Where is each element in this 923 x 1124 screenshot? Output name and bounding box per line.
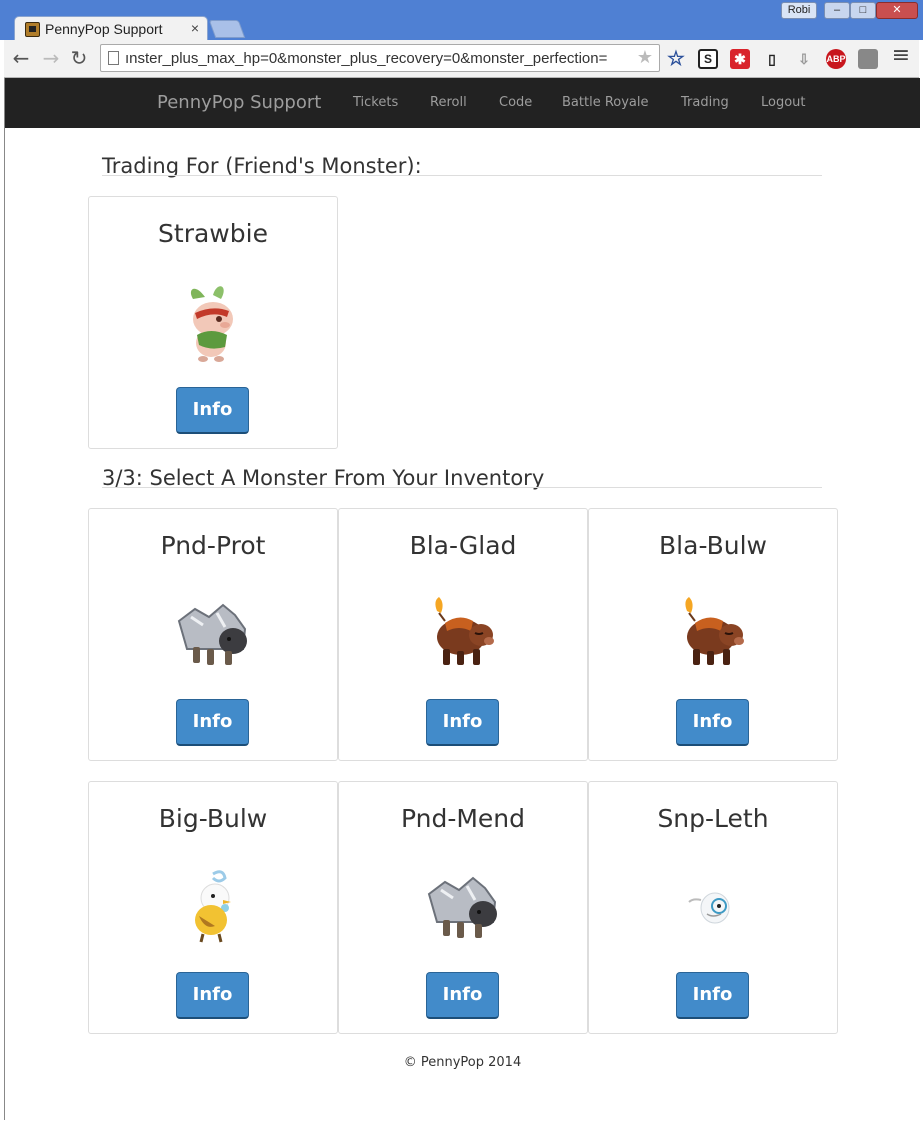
window-extension-icon[interactable] xyxy=(858,49,878,69)
monster-name: Bla-Bulw xyxy=(659,531,767,560)
section-divider xyxy=(102,487,822,488)
monster-name: Pnd-Mend xyxy=(400,804,526,833)
close-window-icon[interactable]: ✕ xyxy=(876,2,918,19)
tab-close-icon[interactable]: × xyxy=(191,20,199,36)
inventory-monster-card: Pnd-Prot Info xyxy=(88,508,338,761)
brand-link[interactable]: PennyPop Support xyxy=(157,92,321,113)
page-icon xyxy=(108,51,119,65)
info-button[interactable]: Info xyxy=(676,972,749,1019)
nav-battle-royale[interactable]: Battle Royale xyxy=(562,95,649,110)
armored-boar-icon xyxy=(427,876,497,938)
nav-logout[interactable]: Logout xyxy=(761,95,806,110)
footer-copyright: © PennyPop 2014 xyxy=(403,1055,522,1070)
site-navbar: PennyPop Support Tickets Reroll Code Bat… xyxy=(5,78,920,128)
nav-trading[interactable]: Trading xyxy=(681,95,729,110)
bookmark-star-icon[interactable]: ★ xyxy=(637,47,653,68)
nav-tickets[interactable]: Tickets xyxy=(353,95,398,110)
star-extension-icon[interactable]: ☆ xyxy=(666,49,686,69)
s-extension-icon[interactable]: S xyxy=(698,49,718,69)
wind-bird-icon xyxy=(195,870,231,943)
friend-monster-card: Strawbie Info xyxy=(88,196,338,449)
url-text: ınster_plus_max_hp=0&monster_plus_recove… xyxy=(125,50,608,67)
menu-icon[interactable]: ≡ xyxy=(890,45,912,68)
phone-extension-icon[interactable]: ▯ xyxy=(762,49,782,69)
minimize-icon[interactable]: – xyxy=(824,2,850,19)
monster-name: Bla-Glad xyxy=(409,531,517,560)
fire-boar-icon xyxy=(435,597,494,665)
maximize-icon[interactable]: □ xyxy=(850,2,876,19)
info-button[interactable]: Info xyxy=(176,972,249,1019)
inventory-monster-card: Bla-Glad Info xyxy=(338,508,588,761)
armored-boar-icon xyxy=(177,603,247,665)
profile-badge[interactable]: Robi xyxy=(781,2,817,19)
address-bar[interactable]: ınster_plus_max_hp=0&monster_plus_recove… xyxy=(100,44,660,72)
browser-tab[interactable]: PennyPop Support × xyxy=(14,16,208,42)
inventory-monster-card: Snp-Leth Info xyxy=(588,781,838,1034)
monster-name: Pnd-Prot xyxy=(160,531,266,560)
info-button[interactable]: Info xyxy=(426,699,499,746)
browser-toolbar: ← → ↻ ınster_plus_max_hp=0&monster_plus_… xyxy=(4,40,919,78)
forward-icon[interactable]: → xyxy=(40,48,62,70)
download-extension-icon[interactable]: ⇩ xyxy=(794,49,814,69)
back-icon[interactable]: ← xyxy=(10,48,32,70)
reload-icon[interactable]: ↻ xyxy=(68,48,90,70)
info-button[interactable]: Info xyxy=(176,699,249,746)
monocle-egg-icon xyxy=(688,892,730,924)
monster-name: Snp-Leth xyxy=(657,804,769,833)
tab-title: PennyPop Support xyxy=(45,21,163,37)
new-tab-button[interactable] xyxy=(208,20,246,38)
monster-name: Big-Bulw xyxy=(158,804,268,833)
fire-boar-icon xyxy=(685,597,744,665)
adblock-extension-icon[interactable]: ABP xyxy=(826,49,846,69)
info-button[interactable]: Info xyxy=(676,699,749,746)
nav-reroll[interactable]: Reroll xyxy=(430,95,467,110)
inventory-monster-card: Bla-Bulw Info xyxy=(588,508,838,761)
page-viewport: PennyPop Support Tickets Reroll Code Bat… xyxy=(4,78,920,1120)
inventory-monster-card: Pnd-Mend Info xyxy=(338,781,588,1034)
monster-name: Strawbie xyxy=(158,219,268,248)
info-button[interactable]: Info xyxy=(426,972,499,1019)
inventory-monster-card: Big-Bulw Info xyxy=(88,781,338,1034)
nav-code[interactable]: Code xyxy=(499,95,532,110)
info-button[interactable]: Info xyxy=(176,387,249,434)
strawbie-pig-icon xyxy=(190,286,233,362)
section-divider xyxy=(102,175,822,176)
lastpass-extension-icon[interactable]: ✱ xyxy=(730,49,750,69)
pennypop-favicon-icon xyxy=(25,22,40,37)
